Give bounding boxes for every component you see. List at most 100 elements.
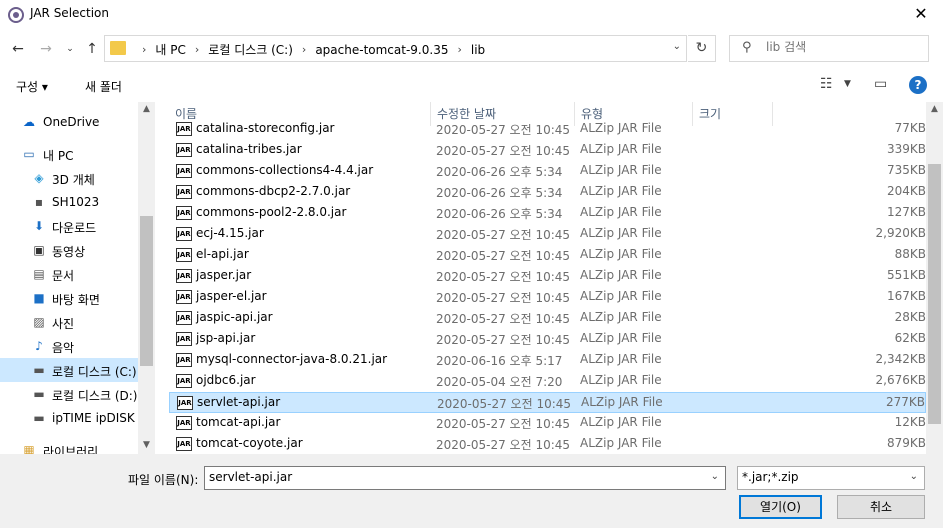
file-date: 2020-05-27 오전 10:45: [436, 333, 571, 347]
sidebar-scrollbar[interactable]: ▲ ▼: [138, 102, 155, 454]
library-icon: ▦: [23, 443, 35, 454]
jar-file-icon: JAR: [176, 290, 192, 304]
back-arrow-icon[interactable]: ←: [8, 39, 28, 59]
filename-input[interactable]: [209, 470, 699, 484]
sidebar-item-videos[interactable]: ▣ 동영상: [0, 238, 138, 262]
sidebar-item-music[interactable]: ♪ 음악: [0, 334, 138, 358]
sidebar-item-label: 바탕 화면: [52, 293, 100, 307]
view-options-icon[interactable]: ☷: [820, 76, 833, 92]
jar-file-icon: JAR: [176, 353, 192, 367]
file-type-select[interactable]: *.jar;*.zip ⌄: [737, 466, 925, 490]
scroll-down-icon[interactable]: ▼: [138, 440, 155, 450]
file-row[interactable]: JAR jasper-el.jar 2020-05-27 오전 10:45 ALZip…: [169, 287, 926, 308]
organize-menu[interactable]: 구성 ▾: [16, 78, 48, 95]
scroll-up-icon[interactable]: ▲: [926, 104, 943, 114]
file-size: 551KB: [886, 268, 926, 282]
chevron-down-icon[interactable]: ▼: [844, 79, 851, 89]
search-box[interactable]: ⚲: [729, 35, 929, 62]
file-date: 2020-05-27 오전 10:45: [436, 270, 571, 284]
file-row[interactable]: JAR commons-collections4-4.4.jar 2020-06-2…: [169, 161, 926, 182]
file-type: ALZip JAR File: [580, 289, 662, 303]
chevron-right-icon[interactable]: ›: [142, 43, 146, 56]
preview-pane-icon[interactable]: ▭: [874, 76, 887, 92]
file-size: 12KB: [894, 415, 926, 429]
sidebar-item-pictures[interactable]: ▨ 사진: [0, 310, 138, 334]
file-date: 2020-06-16 오후 5:17: [436, 354, 563, 368]
file-row[interactable]: JAR commons-dbcp2-2.7.0.jar 2020-06-26 오후 …: [169, 182, 926, 203]
sidebar-item-label: 동영상: [52, 245, 86, 259]
recent-locations-chevron-icon[interactable]: ⌄: [60, 39, 80, 59]
file-row[interactable]: JAR jasper.jar 2020-05-27 오전 10:45 ALZip JA…: [169, 266, 926, 287]
sidebar-item-sh1023[interactable]: ▪ SH1023: [0, 190, 138, 214]
sidebar-item-local-disk-c[interactable]: ▬ 로컬 디스크 (C:): [0, 358, 138, 382]
file-row[interactable]: JAR mysql-connector-java-8.0.21.jar 2020-0…: [169, 350, 926, 371]
breadcrumb-item[interactable]: 내 PC: [155, 41, 185, 58]
chevron-right-icon[interactable]: ›: [195, 43, 199, 56]
up-arrow-icon[interactable]: ↑: [82, 39, 102, 59]
breadcrumb-item[interactable]: lib: [471, 43, 485, 57]
forward-arrow-icon[interactable]: →: [36, 39, 56, 59]
file-name: tomcat-api.jar: [196, 415, 281, 429]
file-type: ALZip JAR File: [580, 163, 662, 177]
sidebar-item-iptime-ipdisk[interactable]: ▬ ipTIME ipDISK D: [0, 406, 138, 430]
new-folder-button[interactable]: 새 폴더: [85, 78, 122, 95]
file-row[interactable]: JAR catalina-tribes.jar 2020-05-27 오전 10:4…: [169, 140, 926, 161]
file-list-scroll-thumb[interactable]: [928, 164, 941, 424]
close-icon[interactable]: ✕: [911, 4, 931, 24]
jar-file-icon: JAR: [177, 396, 193, 410]
address-input[interactable]: › 내 PC › 로컬 디스크 (C:) › apache-tomcat-9.0…: [104, 35, 687, 62]
chevron-down-icon[interactable]: ⌄: [910, 471, 918, 482]
filename-combobox[interactable]: ⌄: [204, 466, 726, 490]
file-date: 2020-05-04 오전 7:20: [436, 375, 563, 389]
file-row[interactable]: JAR tomcat-api.jar 2020-05-27 오전 10:45 ALZi…: [169, 413, 926, 434]
sidebar-item-3d-objects[interactable]: ◈ 3D 개체: [0, 166, 138, 190]
file-name: ecj-4.15.jar: [196, 226, 264, 240]
refresh-icon[interactable]: ↻: [688, 35, 716, 62]
sidebar-item-onedrive[interactable]: ☁ OneDrive: [0, 110, 138, 134]
file-type: ALZip JAR File: [580, 247, 662, 261]
file-row[interactable]: JAR jaspic-api.jar 2020-05-27 오전 10:45 ALZi…: [169, 308, 926, 329]
sidebar-item-libraries[interactable]: ▦ 라이브러리: [0, 438, 138, 454]
sidebar-item-label: OneDrive: [43, 115, 100, 129]
help-icon[interactable]: ?: [909, 76, 927, 94]
file-name: el-api.jar: [196, 247, 249, 261]
sidebar-item-desktop[interactable]: ■ 바탕 화면: [0, 286, 138, 310]
file-row[interactable]: JAR commons-pool2-2.8.0.jar 2020-06-26 오후 …: [169, 203, 926, 224]
scroll-up-icon[interactable]: ▲: [138, 104, 155, 114]
sidebar-item-documents[interactable]: ▤ 문서: [0, 262, 138, 286]
file-row[interactable]: JAR el-api.jar 2020-05-27 오전 10:45 ALZip JA…: [169, 245, 926, 266]
jar-file-icon: JAR: [176, 248, 192, 262]
breadcrumb-item[interactable]: 로컬 디스크 (C:): [208, 41, 293, 58]
breadcrumb-item[interactable]: apache-tomcat-9.0.35: [315, 43, 448, 57]
file-name: catalina-storeconfig.jar: [196, 121, 335, 135]
file-row[interactable]: JAR ecj-4.15.jar 2020-05-27 오전 10:45 ALZip …: [169, 224, 926, 245]
chevron-right-icon[interactable]: ›: [302, 43, 306, 56]
open-button[interactable]: 열기(O): [739, 495, 822, 519]
sidebar-item-label: 음악: [52, 341, 75, 355]
file-list-scrollbar[interactable]: ▲: [926, 102, 943, 454]
sidebar-item-downloads[interactable]: ⬇ 다운로드: [0, 214, 138, 238]
file-row[interactable]: JAR servlet-api.jar 2020-05-27 오전 10:45 ALZ…: [169, 392, 926, 413]
sidebar-item-local-disk-d[interactable]: ▬ 로컬 디스크 (D:): [0, 382, 138, 406]
file-row[interactable]: JAR catalina-storeconfig.jar 2020-05-27 오전…: [169, 119, 926, 140]
jar-file-icon: JAR: [176, 227, 192, 241]
sidebar-item-label: 로컬 디스크 (C:): [52, 365, 137, 379]
search-input[interactable]: [766, 40, 916, 54]
sidebar-item-label: 로컬 디스크 (D:): [52, 389, 138, 403]
folder-icon: [110, 41, 126, 55]
file-date: 2020-05-27 오전 10:45: [437, 397, 572, 411]
drive-icon: ▬: [33, 411, 45, 425]
sidebar-scroll-thumb[interactable]: [140, 216, 153, 366]
file-row[interactable]: JAR ojdbc6.jar 2020-05-04 오전 7:20 ALZip JAR…: [169, 371, 926, 392]
file-row[interactable]: JAR tomcat-coyote.jar 2020-05-27 오전 10:45 A…: [169, 434, 926, 454]
chevron-right-icon[interactable]: ›: [457, 43, 461, 56]
cancel-button[interactable]: 취소: [837, 495, 925, 519]
file-name: commons-collections4-4.4.jar: [196, 163, 374, 177]
file-row[interactable]: JAR jsp-api.jar 2020-05-27 오전 10:45 ALZip J…: [169, 329, 926, 350]
chevron-down-icon[interactable]: ⌄: [673, 41, 681, 52]
file-date: 2020-05-27 오전 10:45: [436, 123, 571, 137]
sidebar-item-this-pc[interactable]: ▭ 내 PC: [0, 142, 138, 166]
file-size: 28KB: [894, 310, 926, 324]
chevron-down-icon[interactable]: ⌄: [711, 471, 719, 482]
file-size: 2,920KB: [875, 226, 926, 240]
